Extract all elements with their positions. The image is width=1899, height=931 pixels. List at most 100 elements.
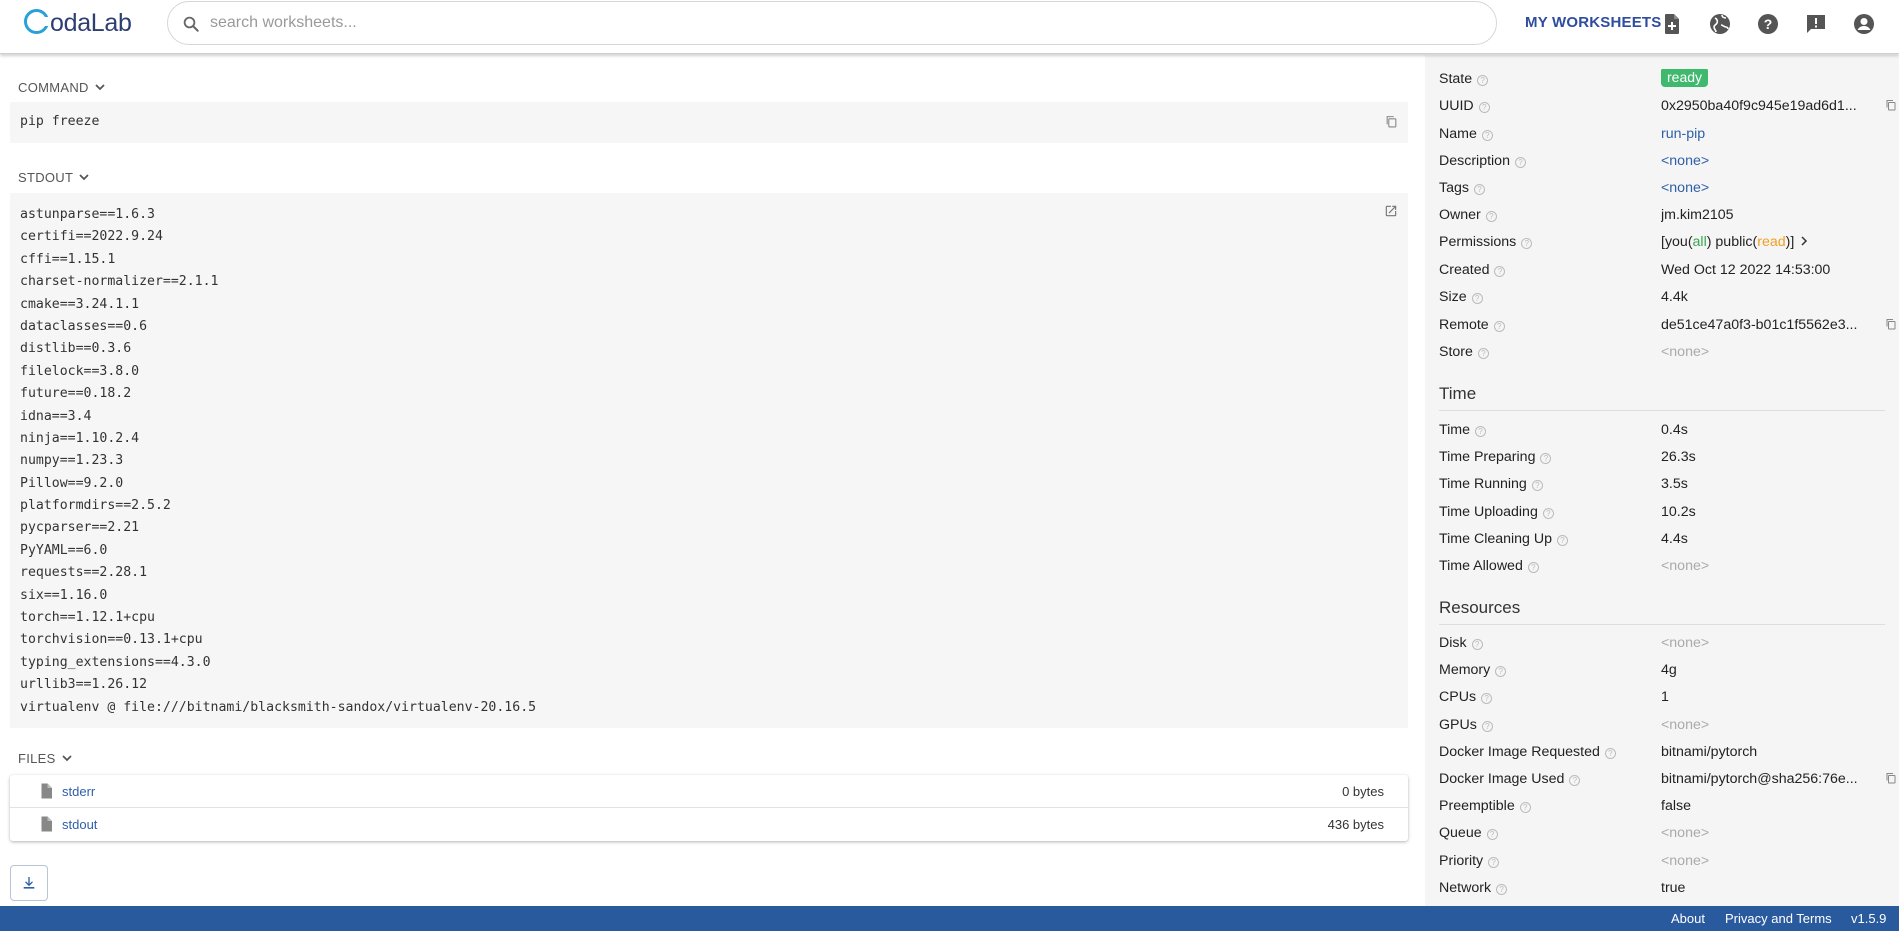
prop-value: bitnami/pytorch@sha256:76e...: [1661, 771, 1858, 787]
search-bar[interactable]: [167, 1, 1497, 45]
my-worksheets-link[interactable]: MY WORKSHEETS: [1525, 14, 1662, 31]
help-tooltip-icon[interactable]: ?: [1471, 639, 1483, 650]
help-tooltip-icon[interactable]: ?: [1494, 266, 1506, 277]
resources-row: Network? true: [1439, 878, 1885, 900]
stdout-label: STDOUT: [18, 169, 74, 185]
prop-label: Time Cleaning Up?: [1439, 531, 1569, 547]
name-value[interactable]: run-pip: [1661, 126, 1859, 142]
help-tooltip-icon[interactable]: ?: [1493, 321, 1505, 332]
chevron-right-icon[interactable]: [1798, 235, 1810, 247]
help-tooltip-icon[interactable]: ?: [1481, 693, 1493, 705]
account-icon[interactable]: [1852, 12, 1876, 36]
stdout-line: dataclasses==0.6: [20, 318, 148, 334]
copy-icon[interactable]: [1385, 115, 1398, 128]
about-link[interactable]: About: [1671, 911, 1705, 926]
download-button[interactable]: [10, 865, 48, 901]
version-label: v1.5.9: [1851, 911, 1887, 926]
bundle-content-panel: COMMAND pip freeze STDOUT astunparse==1.…: [0, 55, 1423, 906]
prop-value: 3.5s: [1661, 476, 1688, 493]
help-tooltip-icon[interactable]: ?: [1485, 211, 1497, 222]
help-tooltip-icon[interactable]: ?: [1557, 534, 1569, 546]
prop-value: <none>: [1661, 825, 1710, 842]
file-name[interactable]: stdout: [62, 817, 97, 832]
help-tooltip-icon[interactable]: ?: [1481, 720, 1493, 732]
help-tooltip-icon[interactable]: ?: [1519, 802, 1531, 814]
help-tooltip-icon[interactable]: ?: [1471, 293, 1483, 304]
help-icon[interactable]: ?: [1756, 12, 1780, 36]
command-box: pip freeze: [10, 102, 1408, 143]
stdout-line: cmake==3.24.1.1: [20, 296, 140, 312]
prop-label: State?: [1439, 71, 1489, 87]
stdout-line: astunparse==1.6.3: [20, 207, 155, 222]
help-tooltip-icon[interactable]: ?: [1477, 348, 1489, 359]
help-tooltip-icon[interactable]: ?: [1495, 666, 1507, 678]
resources-row: Disk? <none>: [1439, 633, 1885, 655]
prop-value: <none>: [1661, 716, 1710, 733]
prop-label: Queue?: [1439, 825, 1498, 841]
description-value[interactable]: <none>: [1661, 153, 1859, 169]
help-tooltip-icon[interactable]: ?: [1540, 453, 1552, 465]
command-text: pip freeze: [20, 114, 100, 129]
owner-value: jm.kim2105: [1661, 207, 1734, 223]
globe-icon[interactable]: [1708, 12, 1732, 36]
help-tooltip-icon[interactable]: ?: [1481, 130, 1493, 141]
prop-value: 4.4s: [1661, 530, 1688, 547]
prop-value: true: [1661, 879, 1686, 896]
prop-label: Description?: [1439, 153, 1526, 169]
feedback-icon[interactable]: [1804, 12, 1828, 36]
prop-label: Time?: [1439, 422, 1487, 438]
copy-icon[interactable]: [1885, 99, 1897, 111]
codalab-logo[interactable]: odaLab: [24, 9, 132, 38]
file-row-stdout[interactable]: stdout 436 bytes: [10, 808, 1408, 841]
open-in-new-icon[interactable]: [1384, 204, 1398, 218]
copy-icon[interactable]: [1885, 318, 1897, 330]
help-tooltip-icon[interactable]: ?: [1496, 883, 1508, 895]
resources-row: Docker Image Used? bitnami/pytorch@sha256…: [1439, 769, 1896, 791]
stdout-section-toggle[interactable]: STDOUT: [18, 169, 92, 185]
permissions-value[interactable]: [you(all) public(read)]: [1661, 234, 1859, 250]
help-tooltip-icon[interactable]: ?: [1514, 157, 1526, 168]
help-tooltip-icon[interactable]: ?: [1473, 184, 1485, 195]
stdout-line: certifi==2022.9.24: [20, 229, 163, 245]
stdout-line: PyYAML==6.0: [20, 542, 108, 558]
stdout-line: requests==2.28.1: [20, 565, 148, 581]
help-tooltip-icon[interactable]: ?: [1486, 829, 1498, 841]
prop-value: bitnami/pytorch: [1661, 743, 1758, 760]
help-tooltip-icon[interactable]: ?: [1527, 562, 1539, 573]
time-row: Time Uploading? 10.2s: [1439, 502, 1885, 524]
prop-value: <none>: [1661, 558, 1710, 574]
privacy-terms-link[interactable]: Privacy and Terms: [1725, 911, 1832, 926]
copy-icon[interactable]: [1885, 772, 1897, 784]
prop-label: UUID?: [1439, 98, 1490, 114]
prop-name: Name? run-pip: [1439, 124, 1885, 146]
new-worksheet-icon[interactable]: [1660, 12, 1684, 36]
help-tooltip-icon[interactable]: ?: [1488, 856, 1500, 868]
resources-row: Memory? 4g: [1439, 660, 1885, 682]
file-name[interactable]: stderr: [62, 784, 95, 799]
file-row-stderr[interactable]: stderr 0 bytes: [10, 775, 1408, 808]
prop-tags: Tags? <none>: [1439, 178, 1885, 200]
uuid-value: 0x2950ba40f9c945e19ad6d1...: [1661, 98, 1857, 114]
prop-label: Permissions?: [1439, 234, 1533, 250]
help-tooltip-icon[interactable]: ?: [1542, 507, 1554, 519]
created-value: Wed Oct 12 2022 14:53:00: [1661, 262, 1831, 278]
prop-value: <none>: [1661, 852, 1710, 869]
tags-value[interactable]: <none>: [1661, 180, 1859, 196]
search-input[interactable]: [210, 10, 1470, 36]
status-badge: ready: [1661, 69, 1709, 87]
help-tooltip-icon[interactable]: ?: [1477, 75, 1489, 86]
help-tooltip-icon[interactable]: ?: [1569, 775, 1581, 786]
top-nav-bar: odaLab MY WORKSHEETS ?: [0, 0, 1899, 54]
prop-value: 4g: [1661, 662, 1677, 679]
prop-label: Network?: [1439, 880, 1508, 896]
time-row: Time Cleaning Up? 4.4s: [1439, 529, 1885, 551]
files-section-toggle[interactable]: FILES: [18, 750, 75, 766]
help-tooltip-icon[interactable]: ?: [1475, 426, 1487, 437]
command-section-toggle[interactable]: COMMAND: [18, 79, 108, 95]
help-tooltip-icon[interactable]: ?: [1531, 480, 1543, 492]
help-tooltip-icon[interactable]: ?: [1604, 747, 1616, 759]
file-size: 0 bytes: [1342, 784, 1384, 799]
prop-label: Priority?: [1439, 853, 1500, 869]
help-tooltip-icon[interactable]: ?: [1478, 102, 1490, 113]
help-tooltip-icon[interactable]: ?: [1521, 238, 1533, 249]
